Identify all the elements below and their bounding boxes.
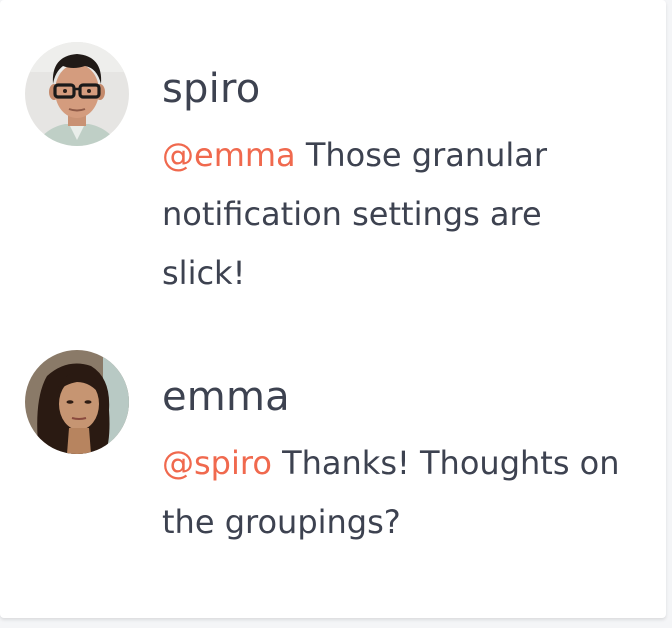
comments-card: spiro @emma Those granular notification …	[0, 0, 666, 618]
avatar-spiro-photo	[25, 42, 129, 146]
comment-message: @spiro Thanks! Thoughts on the groupings…	[162, 434, 632, 552]
comment-author[interactable]: emma	[162, 368, 632, 426]
comment-author[interactable]: spiro	[162, 60, 632, 118]
avatar-emma-photo	[25, 350, 129, 454]
mention-link[interactable]: @emma	[162, 136, 296, 174]
comment-message: @emma Those granular notification settin…	[162, 126, 632, 303]
comment-body: spiro @emma Those granular notification …	[162, 60, 632, 303]
avatar[interactable]	[25, 42, 129, 146]
mention-link[interactable]: @spiro	[162, 444, 272, 482]
comment-body: emma @spiro Thanks! Thoughts on the grou…	[162, 368, 632, 552]
avatar[interactable]	[25, 350, 129, 454]
